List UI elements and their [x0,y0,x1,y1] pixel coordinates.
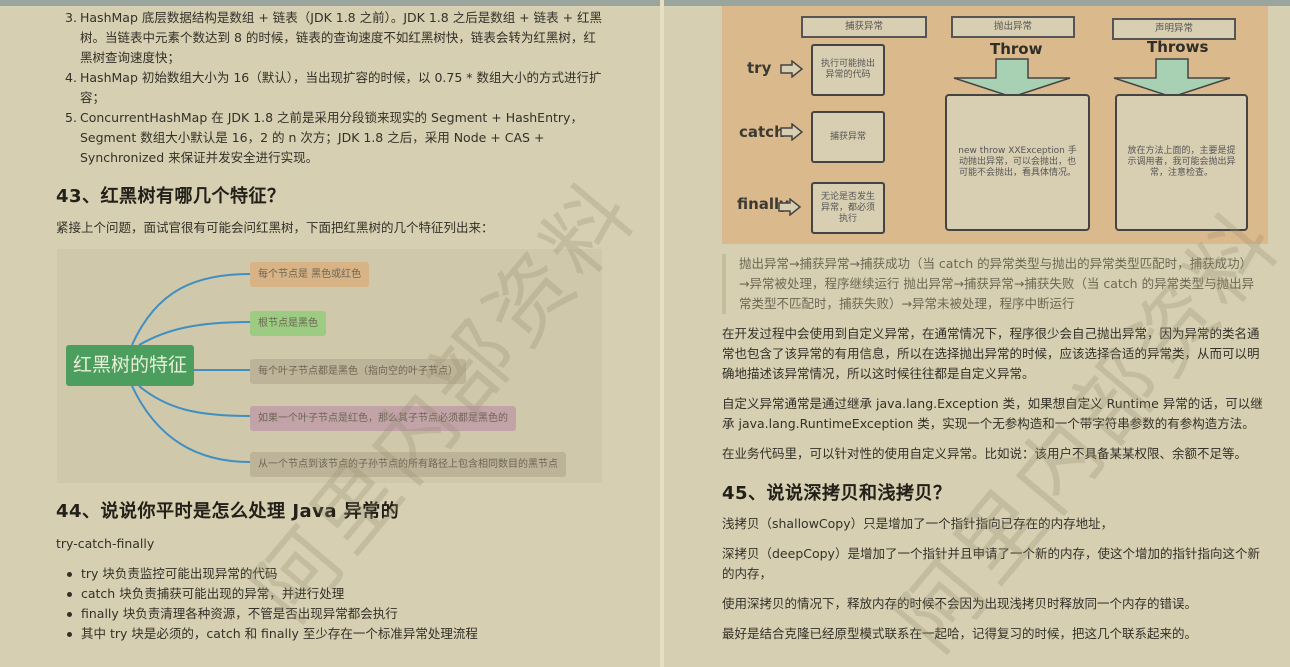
diagram-header: 捕获异常 [801,16,927,38]
list-item: 3. HashMap 底层数据结构是数组 + 链表（JDK 1.8 之前）。JDK… [65,8,605,68]
catch-description-box: 捕获异常 [811,111,885,163]
exception-diagram: 捕获异常 抛出异常 声明异常 try catch finally 执行可能抛出异… [722,6,1268,244]
hollow-arrow-icon [780,60,804,78]
mindmap-node: 如果一个叶子节点是红色，那么其子节点必须都是黑色的 [250,406,516,431]
finally-description-box: 无论是否发生异常，都必须执行 [811,182,885,234]
q43-intro: 紧接上个问题，面试官很有可能会问红黑树，下面把红黑树的几个特征列出来： [56,220,494,235]
hollow-arrow-icon [780,123,804,141]
mindmap-node: 每个节点是 黑色或红色 [250,262,370,287]
business-exception-paragraph: 在业务代码里，可以针对性的使用自定义异常。比如说：该用户不具备某某权限、余额不足… [722,446,1248,461]
deep-copy-paragraph: 深拷贝（deepCopy）是增加了一个指针并且申请了一个新的内存，使这个增加的指… [722,546,1260,581]
custom-exception-paragraph: 在开发过程中会使用到自定义异常，在通常情况下，程序很少会自己抛出异常，因为异常的… [722,326,1260,381]
diagram-header: 声明异常 [1112,18,1236,40]
q45-heading: 45、说说深拷贝和浅拷贝？ [722,483,952,504]
document-page-right[interactable]: 捕获异常 抛出异常 声明异常 try catch finally 执行可能抛出异… [664,6,1290,667]
keyword-try: try [747,59,772,77]
connector-line [131,385,251,463]
list-number: 4. [65,70,77,85]
throws-title: Throws [1147,38,1209,56]
throw-description-box: new throw XXException 手动抛出异常，可以会抛出，也可能不会… [945,94,1090,231]
down-arrow-icon [1113,58,1231,98]
hashmap-list: 3. HashMap 底层数据结构是数组 + 链表（JDK 1.8 之前）。JDK… [65,8,605,168]
document-page-left[interactable]: 3. HashMap 底层数据结构是数组 + 链表（JDK 1.8 之前）。JDK… [0,6,660,667]
throw-title: Throw [990,40,1043,58]
mindmap-node: 根节点是黑色 [250,311,326,336]
red-black-tree-mindmap: 红黑树的特征 每个节点是 黑色或红色 根节点是黑色 每个叶子节点都是黑色（指向空… [57,249,602,483]
list-number: 5. [65,110,77,125]
try-description-box: 执行可能抛出异常的代码 [811,44,885,96]
q43-heading: 43、红黑树有哪几个特征？ [56,186,286,207]
list-text: HashMap 初始数组大小为 16（默认），当出现扩容的时候，以 0.75 *… [80,70,602,105]
bullet-item: 其中 try 块是必须的，catch 和 finally 至少存在一个标准异常处… [67,624,478,644]
mindmap-node: 从一个节点到该节点的子孙节点的所有路径上包含相同数目的黑节点 [250,452,566,477]
keyword-catch: catch [739,123,785,141]
diagram-header: 抛出异常 [951,16,1075,38]
list-item: 5. ConcurrentHashMap 在 JDK 1.8 之前是采用分段锁来现… [65,108,605,168]
exception-bullets: try 块负责监控可能出现异常的代码 catch 块负责捕获可能出现的异常，并进… [67,564,478,644]
q44-intro: try-catch-finally [56,536,155,551]
bullet-item: try 块负责监控可能出现异常的代码 [67,564,478,584]
mindmap-root-node: 红黑树的特征 [66,345,194,386]
throws-description-box: 放在方法上面的，主要是提示调用者，我可能会抛出异常，注意检查。 [1115,94,1248,231]
custom-exception-inherit-paragraph: 自定义异常通常是通过继承 java.lang.Exception 类，如果想自定… [722,396,1263,431]
list-text: HashMap 底层数据结构是数组 + 链表（JDK 1.8 之前）。JDK 1… [80,10,603,65]
exception-flow-quote: 抛出异常→捕获异常→捕获成功（当 catch 的异常类型与抛出的异常类型匹配时，… [722,254,1262,314]
hollow-arrow-icon [778,198,802,216]
down-arrow-icon [953,58,1071,98]
connector-line [131,273,251,346]
deep-copy-benefit-paragraph: 使用深拷贝的情况下，释放内存的时候不会因为出现浅拷贝时释放同一个内存的错误。 [722,596,1198,611]
list-text: ConcurrentHashMap 在 JDK 1.8 之前是采用分段锁来现实的… [80,110,583,165]
connector-line [138,385,251,417]
bullet-item: catch 块负责捕获可能出现的异常，并进行处理 [67,584,478,604]
review-tip-paragraph: 最好是结合克隆已经原型模式联系在一起哈，记得复习的时候，把这几个联系起来的。 [722,626,1198,641]
bullet-item: finally 块负责清理各种资源，不管是否出现异常都会执行 [67,604,478,624]
list-number: 3. [65,10,77,25]
connector-line [138,321,251,346]
list-item: 4. HashMap 初始数组大小为 16（默认），当出现扩容的时候，以 0.75… [65,68,605,108]
shallow-copy-paragraph: 浅拷贝（shallowCopy）只是增加了一个指针指向已存在的内存地址， [722,516,1114,531]
q44-heading: 44、说说你平时是怎么处理 Java 异常的 [56,501,400,522]
mindmap-node: 每个叶子节点都是黑色（指向空的叶子节点） [250,359,466,384]
